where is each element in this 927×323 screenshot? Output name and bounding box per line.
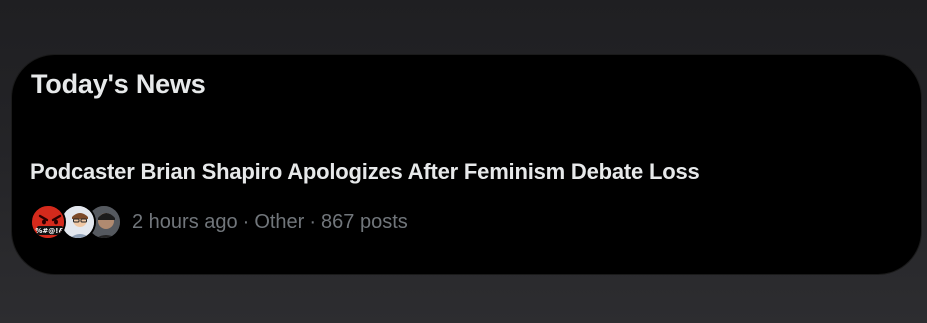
story-time: 2 hours ago <box>132 210 238 233</box>
news-headline[interactable]: Podcaster Brian Shapiro Apologizes After… <box>30 159 700 185</box>
angry-face-emoji-icon: %#@!& <box>30 204 66 240</box>
meta-separator: · <box>309 210 317 233</box>
avatar-stack: %#@!& <box>30 202 134 242</box>
story-meta: %#@!& 2 hours ago · Other · 867 posts <box>30 202 408 242</box>
story-post-count: 867 posts <box>321 210 408 233</box>
news-card[interactable]: Today's News Podcaster Brian Shapiro Apo… <box>11 54 922 275</box>
meta-separator: · <box>242 210 250 233</box>
section-title: Today's News <box>31 69 206 99</box>
story-category: Other <box>254 210 305 233</box>
story-meta-text: 2 hours ago · Other · 867 posts <box>132 211 408 234</box>
angry-face-grawlix-text: %#@!& <box>35 227 64 235</box>
